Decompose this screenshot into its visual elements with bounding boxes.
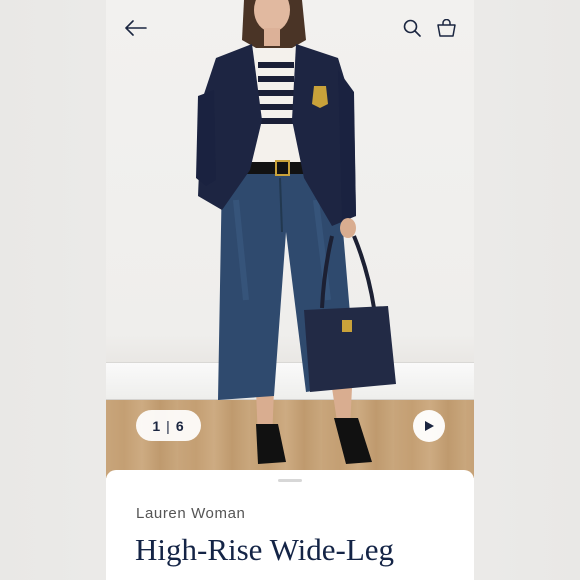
search-button[interactable] <box>398 14 426 42</box>
bag-button[interactable] <box>432 14 460 42</box>
play-video-button[interactable] <box>413 410 445 442</box>
back-button[interactable] <box>122 14 150 42</box>
product-info-sheet[interactable]: Lauren Woman High-Rise Wide-Leg <box>106 470 474 580</box>
product-brand: Lauren Woman <box>136 505 246 522</box>
product-page: 1 | 6 Lauren Woman High-Rise Wide-Leg <box>106 0 474 580</box>
pager-total: 6 <box>175 417 185 434</box>
pager-current: 1 <box>152 417 162 434</box>
screenshot-canvas: 1 | 6 Lauren Woman High-Rise Wide-Leg <box>0 0 580 580</box>
play-icon <box>425 421 434 431</box>
shopping-bag-icon <box>436 19 456 37</box>
top-nav-bar <box>106 14 474 42</box>
product-image[interactable]: 1 | 6 <box>106 0 474 478</box>
product-title: High-Rise Wide-Leg <box>135 532 395 567</box>
image-pager: 1 | 6 <box>136 410 201 441</box>
arrow-left-icon <box>125 20 147 36</box>
search-icon <box>403 19 421 37</box>
pager-separator: | <box>166 417 171 434</box>
model-figure <box>196 0 396 464</box>
sheet-drag-handle[interactable] <box>278 479 302 482</box>
